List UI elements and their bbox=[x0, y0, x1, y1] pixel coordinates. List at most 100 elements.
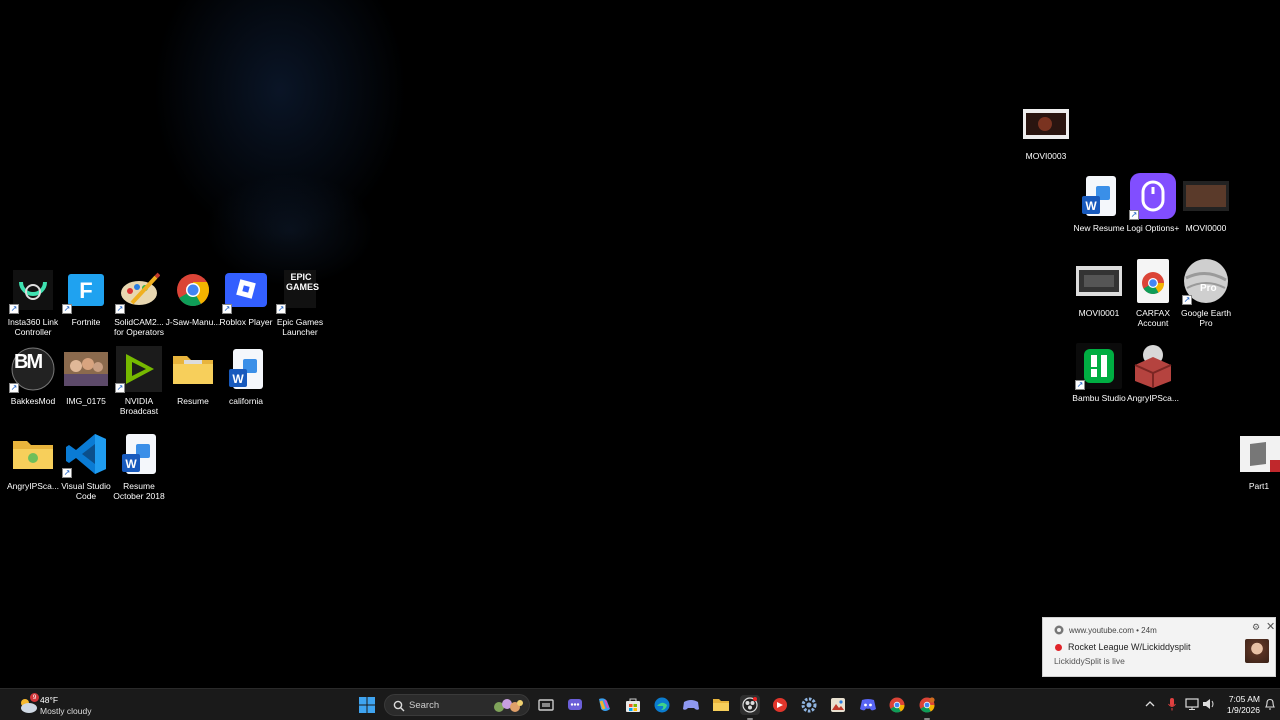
chrome-icon bbox=[169, 266, 217, 314]
desktop-icon-resume-october-2018[interactable]: W Resume October 2018 bbox=[112, 430, 166, 504]
clock-date: 1/9/2026 bbox=[1226, 705, 1260, 715]
close-icon[interactable]: ✕ bbox=[1266, 620, 1275, 633]
taskbar-game-app[interactable] bbox=[681, 695, 701, 715]
taskbar-copilot[interactable] bbox=[594, 695, 614, 715]
desktop-icon-new-resume[interactable]: W New Resume bbox=[1072, 172, 1126, 246]
desktop[interactable]: ↗ Insta360 Link Controller F ↗ Fortnite … bbox=[0, 0, 1280, 688]
desktop-icon-google-earth-pro[interactable]: Pro ↗ Google Earth Pro bbox=[1179, 257, 1233, 331]
notification-title: Rocket League W/Lickiddysplit bbox=[1068, 642, 1191, 652]
desktop-icon-label: Logi Options+ bbox=[1126, 223, 1180, 233]
obs-icon bbox=[742, 697, 758, 713]
shortcut-arrow-icon: ↗ bbox=[62, 304, 72, 314]
network-icon[interactable] bbox=[1185, 697, 1199, 711]
shortcut-arrow-icon: ↗ bbox=[9, 383, 19, 393]
desktop-icon-angryipscan-right[interactable]: AngryIPSca... bbox=[1126, 342, 1180, 416]
desktop-icon-epic-games[interactable]: EPIC GAMES ↗ Epic Games Launcher bbox=[273, 266, 327, 340]
video-file-icon bbox=[1075, 257, 1123, 305]
microphone-icon[interactable] bbox=[1165, 697, 1179, 711]
taskbar-store[interactable] bbox=[623, 695, 643, 715]
search-highlight-icon bbox=[494, 699, 523, 712]
volume-icon[interactable] bbox=[1202, 697, 1216, 711]
desktop-icon-jsaw-chrome[interactable]: J-Saw-Manu... bbox=[166, 266, 220, 340]
taskbar-discord[interactable] bbox=[858, 695, 878, 715]
folder-icon bbox=[169, 345, 217, 393]
desktop-icon-label: New Resume bbox=[1073, 223, 1125, 233]
shortcut-arrow-icon: ↗ bbox=[222, 304, 232, 314]
clock[interactable]: 7:05 AM 1/9/2026 bbox=[1220, 694, 1260, 716]
desktop-icon-img0175[interactable]: IMG_0175 bbox=[59, 345, 113, 419]
taskbar-teams[interactable] bbox=[565, 695, 585, 715]
taskbar-obs[interactable] bbox=[740, 695, 760, 720]
desktop-icon-angryipscan-left[interactable]: AngryIPSca... bbox=[6, 430, 60, 504]
live-dot-icon bbox=[1055, 644, 1062, 651]
shortcut-arrow-icon: ↗ bbox=[115, 383, 125, 393]
chrome-icon bbox=[1054, 625, 1064, 635]
shortcut-arrow-icon: ↗ bbox=[1182, 295, 1192, 305]
avatar bbox=[1245, 639, 1269, 663]
taskbar-search[interactable] bbox=[384, 694, 530, 716]
weather-badge: 9 bbox=[30, 693, 39, 702]
start-button[interactable] bbox=[357, 695, 377, 715]
notification-bell-icon[interactable] bbox=[1263, 697, 1277, 711]
epic-games-logo-text: EPIC GAMES bbox=[286, 272, 320, 292]
desktop-icon-label: AngryIPSca... bbox=[1127, 393, 1179, 403]
desktop-icon-part1[interactable]: Part1 bbox=[1232, 430, 1280, 504]
desktop-icon-carfax-account[interactable]: CARFAX Account bbox=[1126, 257, 1180, 331]
desktop-icon-movi0003[interactable]: MOVI0003 bbox=[1019, 100, 1073, 174]
controller-icon bbox=[683, 700, 699, 710]
desktop-icon-label: NVIDIA Broadcast bbox=[119, 396, 159, 416]
shortcut-arrow-icon: ↗ bbox=[9, 304, 19, 314]
desktop-icon-california[interactable]: W california bbox=[219, 345, 273, 419]
task-view-button[interactable] bbox=[536, 695, 556, 715]
desktop-icon-movi0000[interactable]: MOVI0000 bbox=[1179, 172, 1233, 246]
desktop-icon-resume-folder[interactable]: Resume bbox=[166, 345, 220, 419]
photo-thumbnail-icon bbox=[62, 345, 110, 393]
svg-text:W: W bbox=[232, 372, 244, 386]
taskbar-chrome-profile[interactable] bbox=[917, 695, 937, 720]
copilot-icon bbox=[599, 698, 610, 711]
desktop-icon-label: Insta360 Link Controller bbox=[7, 317, 59, 337]
desktop-icon-label: CARFAX Account bbox=[1135, 308, 1170, 328]
desktop-icon-label: Part1 bbox=[1248, 481, 1270, 491]
chat-icon bbox=[568, 699, 582, 710]
desktop-icon-logi-options[interactable]: ↗ Logi Options+ bbox=[1126, 172, 1180, 246]
taskbar-chrome[interactable] bbox=[887, 695, 907, 715]
taskbar-settings[interactable] bbox=[799, 695, 819, 715]
video-file-icon bbox=[1022, 100, 1070, 148]
folder-icon bbox=[713, 699, 729, 711]
taskbar-photos[interactable] bbox=[828, 695, 848, 715]
bakkesmod-logo-text: BM bbox=[14, 351, 43, 373]
word-document-icon: W bbox=[115, 430, 163, 478]
desktop-icon-label: Bambu Studio bbox=[1072, 393, 1126, 403]
clock-time: 7:05 AM bbox=[1228, 694, 1260, 704]
desktop-icon-bambu-studio[interactable]: ↗ Bambu Studio bbox=[1072, 342, 1126, 416]
google-earth-icon: Pro ↗ bbox=[1182, 257, 1230, 305]
desktop-icon-label: SolidCAM2... for Operators bbox=[113, 317, 165, 337]
chevron-up-icon[interactable] bbox=[1143, 697, 1157, 711]
taskbar-edge[interactable] bbox=[652, 695, 672, 715]
weather-widget[interactable]: 9 48°F Mostly cloudy bbox=[18, 693, 128, 717]
notification-toast[interactable]: www.youtube.com • 24m ⚙ ✕ Rocket League … bbox=[1042, 617, 1276, 677]
settings-gear-icon[interactable]: ⚙ bbox=[1252, 622, 1260, 633]
insta360-icon: ↗ bbox=[9, 266, 57, 314]
desktop-icon-bakkesmod[interactable]: BM ↗ BakkesMod bbox=[6, 345, 60, 419]
notification-source: www.youtube.com • 24m bbox=[1069, 626, 1157, 635]
windows-icon bbox=[359, 697, 375, 713]
desktop-icon-solidcam[interactable]: ↗ SolidCAM2... for Operators bbox=[112, 266, 166, 340]
desktop-icon-fortnite[interactable]: F ↗ Fortnite bbox=[59, 266, 113, 340]
desktop-icon-vscode[interactable]: ↗ Visual Studio Code bbox=[59, 430, 113, 504]
desktop-icon-nvidia-broadcast[interactable]: ↗ NVIDIA Broadcast bbox=[112, 345, 166, 419]
desktop-icon-movi0001[interactable]: MOVI0001 bbox=[1072, 257, 1126, 331]
taskbar-red-app[interactable] bbox=[770, 695, 790, 715]
search-input[interactable] bbox=[409, 698, 489, 713]
desktop-icon-roblox[interactable]: ↗ Roblox Player bbox=[219, 266, 273, 340]
desktop-icon-label: Epic Games Launcher bbox=[276, 317, 324, 337]
store-icon bbox=[626, 698, 640, 712]
word-document-icon: W bbox=[222, 345, 270, 393]
desktop-icon-label: J-Saw-Manu... bbox=[165, 317, 221, 327]
folder-icon bbox=[9, 430, 57, 478]
shortcut-arrow-icon: ↗ bbox=[1075, 380, 1085, 390]
desktop-icon-insta360[interactable]: ↗ Insta360 Link Controller bbox=[6, 266, 60, 340]
taskbar-file-explorer[interactable] bbox=[711, 695, 731, 715]
svg-text:F: F bbox=[79, 278, 92, 303]
